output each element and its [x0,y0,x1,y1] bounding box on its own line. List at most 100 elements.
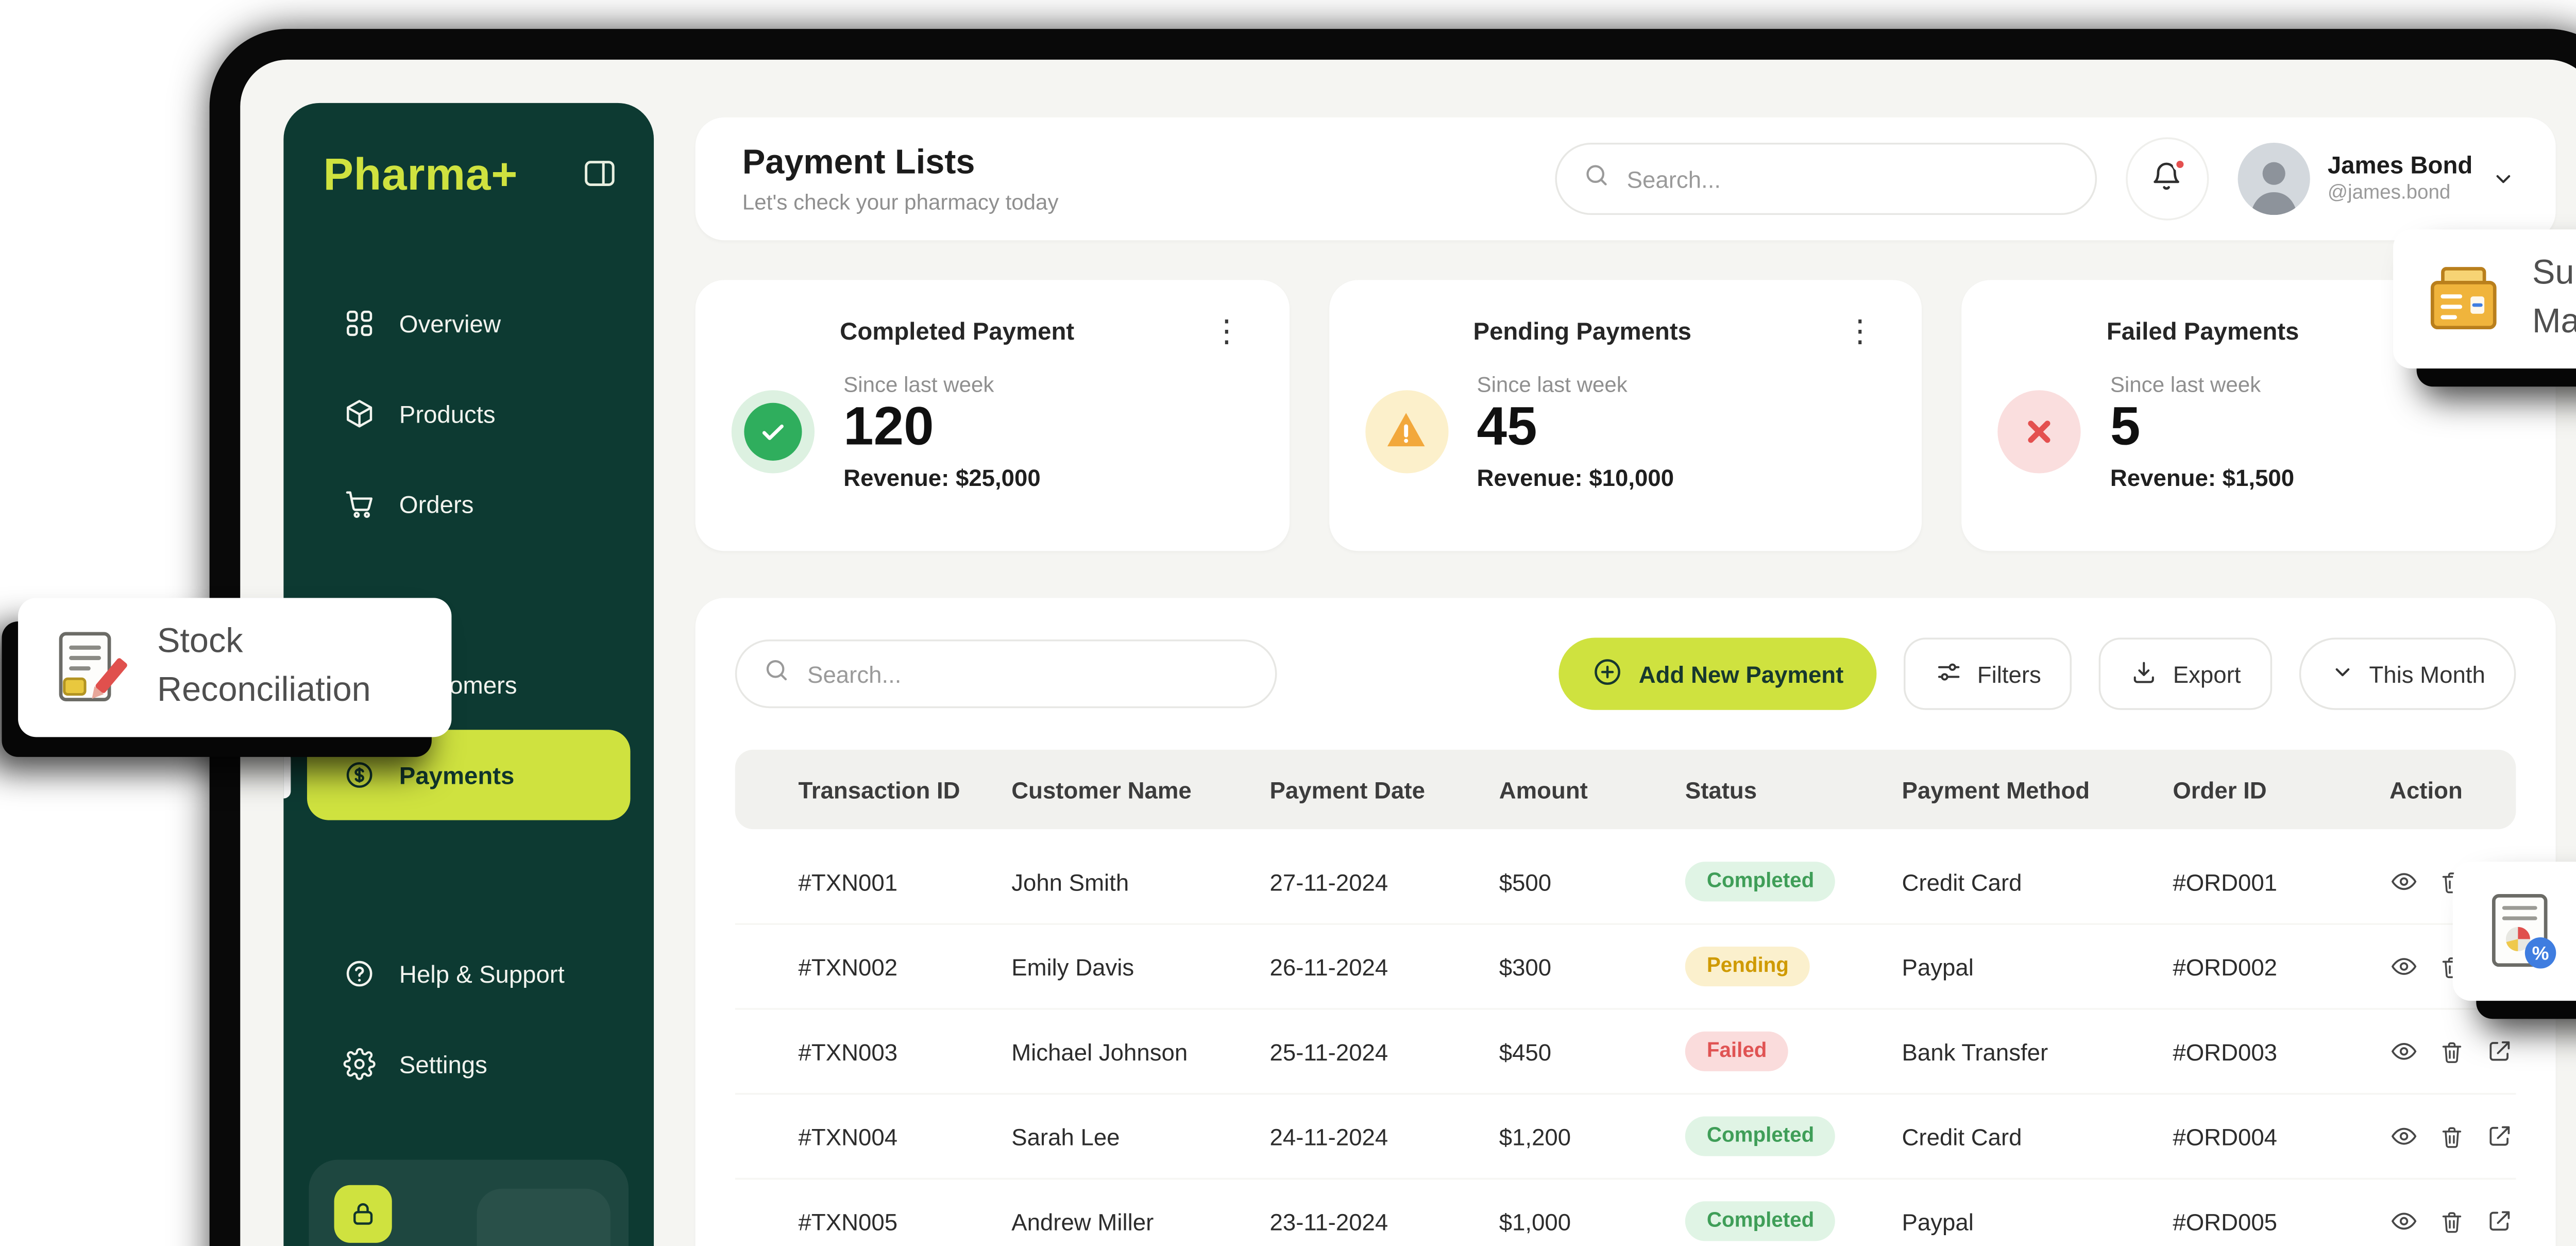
cell-payment-method: Credit Card [1875,1123,2146,1150]
sidebar-item-label: Payments [399,762,515,789]
sidebar-item-settings[interactable]: Settings [283,1019,654,1109]
kebab-menu-icon[interactable]: ⋮ [1200,312,1253,350]
cell-status: Failed [1658,1032,1875,1071]
table-toolbar: Add New Payment Filters Export [735,638,2516,710]
cell-transaction-id: #TXN004 [771,1123,985,1150]
search-icon [1582,160,1611,198]
cell-order-id: #ORD003 [2146,1038,2363,1065]
view-button[interactable] [2389,1037,2418,1066]
sidebar-footer-nav: Help & Support Settings [283,929,654,1109]
cell-payment-date: 25-11-2024 [1243,1038,1472,1065]
download-icon [2130,656,2159,691]
cell-payment-method: Paypal [1875,1208,2146,1235]
table-body: #TXN001 John Smith 27-11-2024 $500 Compl… [735,840,2516,1246]
notifications-button[interactable] [2125,137,2208,220]
sidebar-item-orders[interactable]: Orders [283,459,654,549]
table-row[interactable]: #TXN001 John Smith 27-11-2024 $500 Compl… [735,840,2516,925]
sidebar-logo-row: Pharma+ [283,103,654,203]
cell-payment-method: Paypal [1875,953,2146,980]
cell-payment-date: 23-11-2024 [1243,1208,1472,1235]
chevron-down-icon [2329,659,2354,689]
share-button[interactable] [2485,1037,2514,1066]
cell-status: Completed [1658,1117,1875,1156]
sidebar-item-label: Settings [399,1051,487,1078]
stat-title: Completed Payment [840,318,1200,345]
cell-order-id: #ORD005 [2146,1208,2363,1235]
column-header: Status [1658,776,1875,803]
table-header-row: Transaction ID Customer Name Payment Dat… [735,750,2516,829]
table-row[interactable]: #TXN002 Emily Davis 26-11-2024 $300 Pend… [735,925,2516,1010]
filters-icon [1934,656,1963,691]
add-new-payment-button[interactable]: Add New Payment [1559,638,1876,710]
header-search-input[interactable] [1627,165,2070,193]
status-badge: Completed [1685,862,1836,901]
callout-label: Stock Reconciliation [157,619,422,715]
cell-customer-name: Andrew Miller [985,1208,1243,1235]
sidebar-item-overview[interactable]: Overview [283,278,654,368]
cell-amount: $450 [1472,1038,1658,1065]
search-icon [762,655,791,693]
chevron-down-icon [2490,166,2516,192]
status-badge: Completed [1685,1117,1836,1156]
app-window: Pharma+ Overview [240,60,2576,1246]
period-filter-button[interactable]: This Month [2299,638,2516,710]
table-row[interactable]: #TXN005 Andrew Miller 23-11-2024 $1,000 … [735,1180,2516,1246]
table-row[interactable]: #TXN004 Sarah Lee 24-11-2024 $1,200 Comp… [735,1095,2516,1180]
stat-count: 120 [843,397,1041,460]
header-search[interactable] [1554,143,2096,215]
table-search[interactable] [735,639,1277,708]
delete-button[interactable] [2438,1038,2466,1065]
cell-amount: $500 [1472,868,1658,895]
cell-actions [2362,1037,2552,1066]
notification-dot [2172,157,2187,172]
sidebar-item-label: Overview [399,310,501,337]
user-handle: @james.bond [2328,182,2472,207]
gear-icon [343,1048,376,1080]
sales-chart-icon: % [2482,890,2565,973]
user-menu[interactable]: James Bond @james.bond [2238,143,2527,215]
view-button[interactable] [2389,952,2418,981]
kebab-menu-icon[interactable]: ⋮ [1834,312,1886,350]
stat-revenue: Revenue: $25,000 [843,463,1041,491]
sidebar-bottom-card [309,1160,629,1246]
cell-amount: $300 [1472,953,1658,980]
stat-count: 45 [1477,397,1674,460]
cell-status: Completed [1658,862,1875,901]
column-header: Order ID [2146,776,2363,803]
callout-sales-reporting: % Sales Reporting [2453,862,2576,1001]
sidebar-item-products[interactable]: Products [283,368,654,459]
view-button[interactable] [2389,1207,2418,1236]
stat-card-pending: Pending Payments ⋮ Since last week 45 Re… [1329,280,1922,551]
stat-revenue: Revenue: $1,500 [2110,463,2294,491]
view-button[interactable] [2389,867,2418,896]
view-button[interactable] [2389,1122,2418,1151]
cell-payment-date: 26-11-2024 [1243,953,1472,980]
dollar-icon [343,759,376,791]
cart-icon [343,488,376,520]
cell-amount: $1,200 [1472,1123,1658,1150]
filters-button[interactable]: Filters [1903,638,2072,710]
share-button[interactable] [2485,1122,2514,1151]
share-button[interactable] [2485,1207,2514,1236]
sidebar-item-payments[interactable]: Payments [307,730,631,820]
table-row[interactable]: #TXN003 Michael Johnson 25-11-2024 $450 … [735,1010,2516,1095]
user-meta: James Bond @james.bond [2328,151,2472,206]
cell-payment-date: 24-11-2024 [1243,1123,1472,1150]
delete-button[interactable] [2438,1208,2466,1235]
column-header: Customer Name [985,776,1243,803]
cell-transaction-id: #TXN003 [771,1038,985,1065]
cell-transaction-id: #TXN001 [771,868,985,895]
stat-revenue: Revenue: $10,000 [1477,463,1674,491]
column-header: Payment Date [1243,776,1472,803]
stat-period: Since last week [1477,372,1674,397]
stats-row: Completed Payment ⋮ Since last week 120 [696,280,2556,551]
export-button[interactable]: Export [2099,638,2272,710]
column-header: Action [2362,776,2552,803]
sidebar-item-help-support[interactable]: Help & Support [283,929,654,1019]
sidebar-nav: Overview Products Orders [283,278,654,820]
table-search-input[interactable] [807,660,1250,687]
sidebar-toggle-button[interactable] [582,155,618,197]
delete-button[interactable] [2438,1123,2466,1150]
cell-payment-method: Bank Transfer [1875,1038,2146,1065]
user-name: James Bond [2328,151,2472,181]
